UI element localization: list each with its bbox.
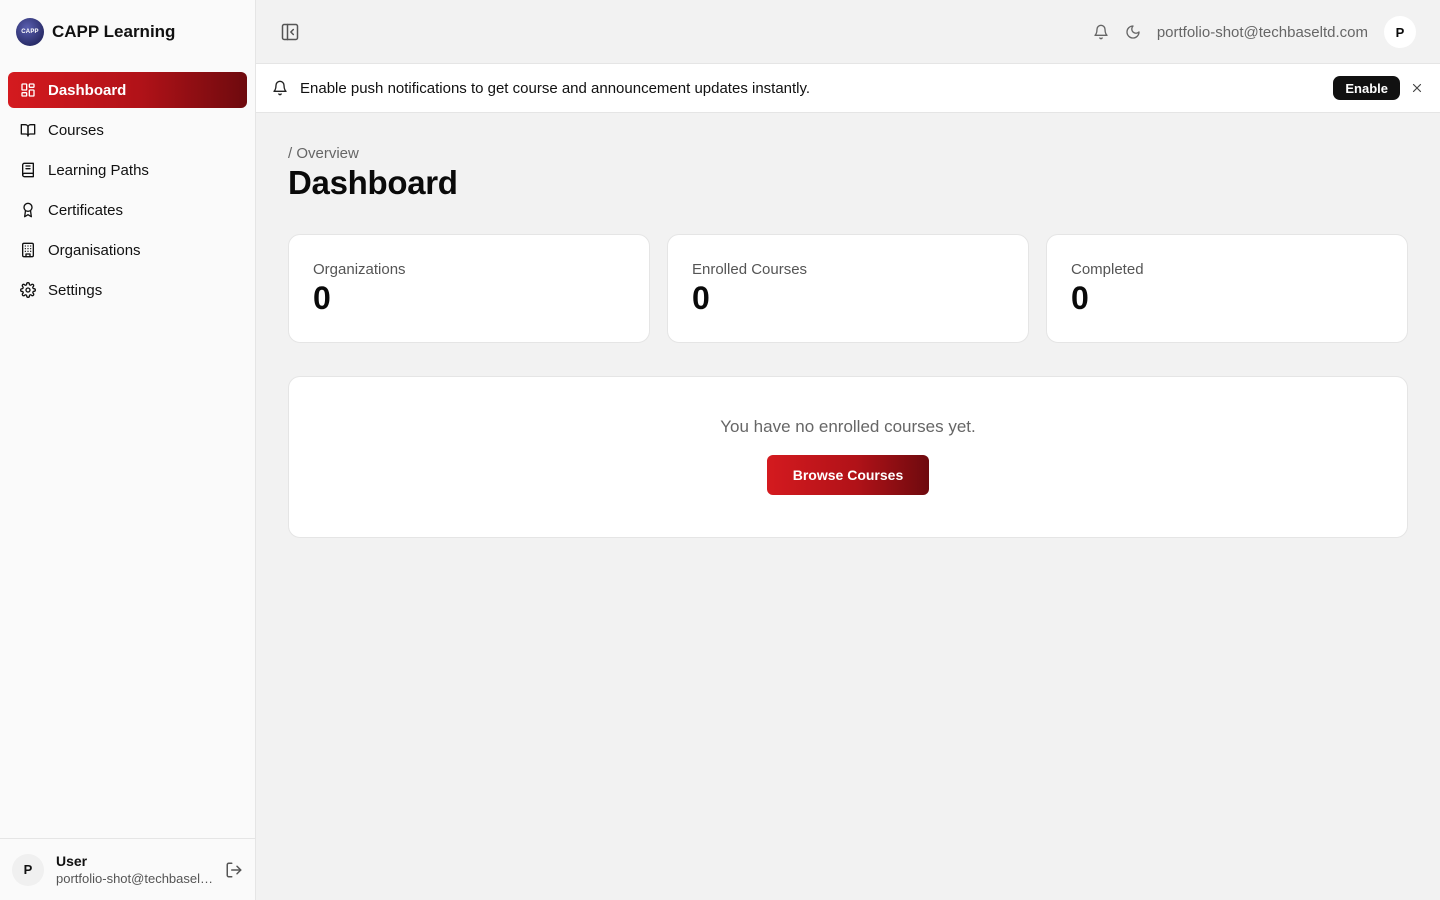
sidebar-item-dashboard[interactable]: Dashboard bbox=[8, 72, 247, 108]
app-name: CAPP Learning bbox=[52, 22, 176, 41]
brand[interactable]: CAPP CAPP Learning bbox=[0, 0, 255, 64]
app-logo: CAPP bbox=[16, 18, 44, 46]
sidebar-nav: Dashboard Courses Learning Paths Certifi… bbox=[0, 64, 255, 308]
enable-notifications-button[interactable]: Enable bbox=[1333, 76, 1400, 100]
award-icon bbox=[20, 202, 36, 218]
sidebar-item-organisations[interactable]: Organisations bbox=[8, 232, 247, 268]
empty-state-card: You have no enrolled courses yet. Browse… bbox=[288, 376, 1408, 538]
sidebar-toggle-icon[interactable] bbox=[280, 22, 300, 42]
topbar-actions: portfolio-shot@techbaseltd.com P bbox=[1093, 16, 1416, 48]
logout-icon[interactable] bbox=[225, 861, 243, 879]
sidebar-item-label: Courses bbox=[48, 121, 104, 139]
stat-card-organizations: Organizations 0 bbox=[288, 234, 650, 343]
avatar[interactable]: P bbox=[1384, 16, 1416, 48]
browse-courses-button[interactable]: Browse Courses bbox=[767, 455, 929, 495]
sidebar-item-label: Organisations bbox=[48, 241, 141, 259]
topbar: portfolio-shot@techbaseltd.com P bbox=[256, 0, 1440, 64]
user-email: portfolio-shot@techbaseltd.com bbox=[56, 871, 216, 886]
user-info: User portfolio-shot@techbaseltd.com bbox=[56, 853, 216, 886]
stat-value: 0 bbox=[692, 280, 710, 316]
breadcrumb: / Overview bbox=[288, 145, 359, 162]
book-open-icon bbox=[20, 122, 36, 138]
building-icon bbox=[20, 242, 36, 258]
stat-value: 0 bbox=[313, 280, 331, 316]
bell-icon[interactable] bbox=[1093, 24, 1109, 40]
sidebar-item-label: Settings bbox=[48, 281, 103, 299]
empty-state-message: You have no enrolled courses yet. bbox=[720, 417, 976, 436]
sidebar-item-settings[interactable]: Settings bbox=[8, 272, 247, 308]
banner-message: Enable push notifications to get course … bbox=[300, 79, 811, 97]
moon-icon[interactable] bbox=[1125, 24, 1141, 40]
stat-value: 0 bbox=[1071, 280, 1089, 316]
bell-icon bbox=[272, 80, 288, 96]
stat-card-enrolled-courses: Enrolled Courses 0 bbox=[667, 234, 1029, 343]
user-email-display: portfolio-shot@techbaseltd.com bbox=[1156, 23, 1368, 41]
sidebar-item-label: Certificates bbox=[48, 201, 124, 219]
user-footer: P User portfolio-shot@techbaseltd.com bbox=[0, 838, 255, 900]
sidebar-item-courses[interactable]: Courses bbox=[8, 112, 247, 148]
stat-label: Organizations bbox=[313, 261, 406, 278]
stat-card-completed: Completed 0 bbox=[1046, 234, 1408, 343]
stats-row: Organizations 0 Enrolled Courses 0 Compl… bbox=[288, 234, 1408, 343]
gear-icon bbox=[20, 282, 36, 298]
avatar[interactable]: P bbox=[12, 853, 44, 886]
sidebar: CAPP CAPP Learning Dashboard Courses Lea… bbox=[0, 0, 256, 900]
user-name: User bbox=[56, 853, 88, 869]
sidebar-item-certificates[interactable]: Certificates bbox=[8, 192, 247, 228]
sidebar-item-label: Dashboard bbox=[48, 81, 127, 99]
notification-banner: Enable push notifications to get course … bbox=[256, 64, 1440, 113]
stat-label: Completed bbox=[1071, 261, 1144, 278]
close-icon[interactable] bbox=[1410, 81, 1424, 95]
sidebar-item-learning-paths[interactable]: Learning Paths bbox=[8, 152, 247, 188]
sidebar-item-label: Learning Paths bbox=[48, 161, 149, 179]
notebook-icon bbox=[20, 162, 36, 178]
grid-icon bbox=[20, 82, 36, 98]
stat-label: Enrolled Courses bbox=[692, 261, 808, 278]
page-title: Dashboard bbox=[288, 164, 458, 201]
main-content: / Overview Dashboard Organizations 0 Enr… bbox=[288, 113, 1408, 538]
